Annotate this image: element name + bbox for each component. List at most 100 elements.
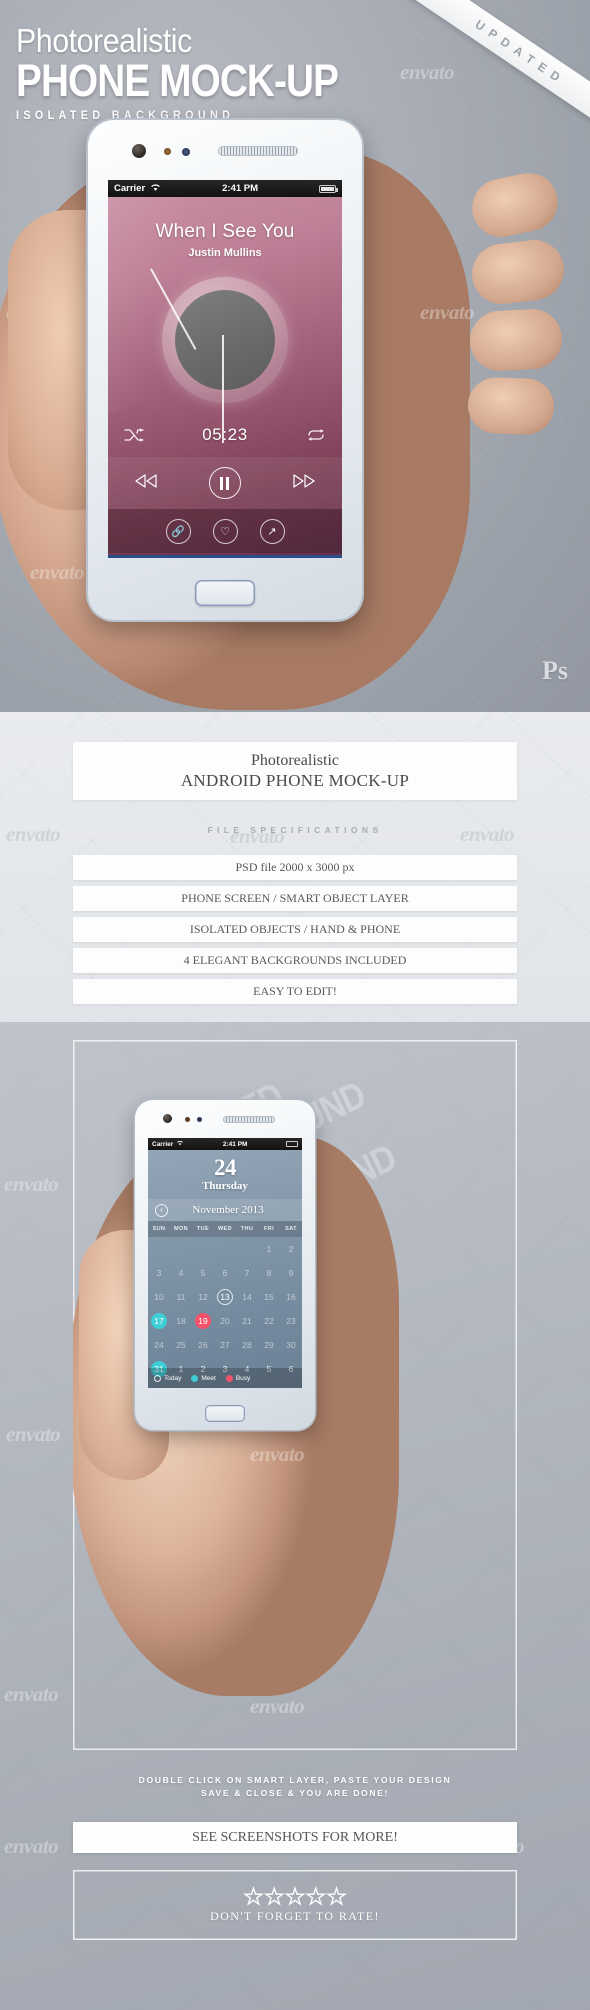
star-icon[interactable]: ★ bbox=[264, 1885, 285, 1908]
calendar-day-cell[interactable]: 2 bbox=[280, 1237, 302, 1261]
calendar-day-cell[interactable]: 22 bbox=[258, 1309, 280, 1333]
calendar-day-cell[interactable]: 21 bbox=[236, 1309, 258, 1333]
calendar-day-cell[interactable]: 18 bbox=[170, 1309, 192, 1333]
album-art bbox=[150, 268, 288, 443]
spec-row: PSD file 2000 x 3000 px bbox=[73, 855, 517, 880]
calendar-day-cell[interactable]: 13 bbox=[214, 1285, 236, 1309]
calendar-grid[interactable]: 1 2 3 4 5 6 7 8 9 10 11 12 13 14 15 16 17 18 19 20 21 22 23 24 2… bbox=[148, 1237, 302, 1381]
home-button[interactable] bbox=[195, 580, 255, 606]
preview-section: ISOLATED BACKGROUND ISOLATED BACKGROUND … bbox=[0, 1022, 590, 2010]
calendar-day-cell[interactable]: 11 bbox=[170, 1285, 192, 1309]
home-button[interactable] bbox=[205, 1405, 245, 1422]
proximity-sensor-icon bbox=[182, 148, 190, 156]
playback-controls bbox=[108, 457, 342, 509]
calendar-day-cell[interactable]: 10 bbox=[148, 1285, 170, 1309]
legend-label: Today bbox=[164, 1374, 182, 1382]
spec-row: EASY TO EDIT! bbox=[73, 979, 517, 1004]
repeat-icon[interactable] bbox=[306, 428, 326, 442]
calendar-day-cell[interactable]: 14 bbox=[236, 1285, 258, 1309]
rate-text: DON'T FORGET TO RATE! bbox=[210, 1909, 380, 1923]
spec-row: PHONE SCREEN / SMART OBJECT LAYER bbox=[73, 886, 517, 911]
calendar-weekday: Thursday bbox=[202, 1180, 248, 1192]
calendar-day-cell[interactable]: 19 bbox=[192, 1309, 214, 1333]
wifi-icon bbox=[176, 1140, 184, 1148]
finger bbox=[468, 307, 564, 373]
calendar-day-cell[interactable]: 23 bbox=[280, 1309, 302, 1333]
wifi-icon bbox=[150, 183, 161, 195]
status-bar: Carrier 2:41 PM bbox=[108, 180, 342, 197]
preview-photo-frame: Carrier 2:41 PM 24 Thursday ‹ November 2… bbox=[73, 1040, 517, 1750]
calendar-month-year: November 2013 bbox=[192, 1204, 264, 1216]
earpiece-speaker-icon bbox=[223, 1116, 275, 1123]
calendar-day-cell[interactable]: 15 bbox=[258, 1285, 280, 1309]
phone-bezel-top bbox=[88, 120, 362, 180]
calendar-day-cell[interactable]: 26 bbox=[192, 1333, 214, 1357]
dow-label: THU bbox=[240, 1226, 254, 1232]
watermark: envato bbox=[6, 1422, 61, 1446]
legend-dot-icon bbox=[154, 1374, 161, 1382]
see-screenshots-card[interactable]: SEE SCREENSHOTS FOR MORE! bbox=[73, 1822, 517, 1853]
status-time: 2:41 PM bbox=[222, 183, 259, 194]
previous-track-icon[interactable] bbox=[134, 473, 158, 493]
calendar-day-number: 24 bbox=[214, 1155, 237, 1180]
calendar-day-cell[interactable]: 16 bbox=[280, 1285, 302, 1309]
pause-icon[interactable] bbox=[208, 467, 241, 499]
calendar-day-cell[interactable]: 7 bbox=[236, 1261, 258, 1285]
calendar-day-cell[interactable]: 12 bbox=[192, 1285, 214, 1309]
calendar-day-cell[interactable]: 9 bbox=[280, 1261, 302, 1285]
star-icon[interactable]: ★ bbox=[305, 1885, 326, 1908]
front-camera-icon bbox=[163, 1114, 172, 1123]
watermark: envato bbox=[4, 1834, 59, 1858]
player-time-row: 05:23 bbox=[108, 425, 342, 445]
specs-heading: FILE SPECIFICATIONS bbox=[207, 825, 383, 835]
star-icon[interactable]: ★ bbox=[326, 1885, 347, 1908]
chevron-left-icon[interactable]: ‹ bbox=[155, 1203, 168, 1217]
calendar-dow-row: SUN MON TUE WED THU FRI SAT bbox=[148, 1221, 302, 1237]
phone-screen-top[interactable]: Carrier 2:41 PM When I See You Justin Mu… bbox=[108, 180, 342, 558]
instruction-line1: DOUBLE CLICK ON SMART LAYER, PASTE YOUR … bbox=[138, 1775, 452, 1785]
instruction-text: DOUBLE CLICK ON SMART LAYER, PASTE YOUR … bbox=[0, 1774, 590, 1801]
instruction-line2: SAVE & CLOSE & YOU ARE DONE! bbox=[201, 1788, 389, 1799]
calendar-day-cell[interactable]: 4 bbox=[170, 1261, 192, 1285]
earpiece-speaker-icon bbox=[218, 146, 298, 156]
calendar-day-cell[interactable]: 24 bbox=[148, 1333, 170, 1357]
watermark: envato bbox=[4, 1172, 59, 1196]
calendar-day-cell[interactable]: 25 bbox=[170, 1333, 192, 1357]
share-icon[interactable]: ↗ bbox=[259, 518, 285, 544]
calendar-day-cell[interactable]: 5 bbox=[192, 1261, 214, 1285]
calendar-day-cell[interactable]: 3 bbox=[148, 1261, 170, 1285]
calendar-day-cell[interactable]: 27 bbox=[214, 1333, 236, 1357]
legend-item: Busy bbox=[225, 1374, 250, 1382]
song-title: When I See You bbox=[155, 221, 295, 242]
star-icon[interactable]: ★ bbox=[284, 1885, 305, 1908]
calendar-day-cell[interactable]: 28 bbox=[236, 1333, 258, 1357]
heart-icon[interactable]: ♡ bbox=[212, 518, 238, 544]
dow-label: SAT bbox=[285, 1226, 297, 1232]
phone-screen-bottom[interactable]: Carrier 2:41 PM 24 Thursday ‹ November 2… bbox=[148, 1138, 302, 1388]
dow-label: TUE bbox=[196, 1226, 210, 1232]
star-icon[interactable]: ★ bbox=[243, 1885, 264, 1908]
calendar-day-cell[interactable]: 29 bbox=[258, 1333, 280, 1357]
song-artist: Justin Mullins bbox=[188, 247, 262, 259]
proximity-sensor-icon bbox=[197, 1117, 202, 1122]
calendar-day-cell[interactable]: 6 bbox=[214, 1261, 236, 1285]
calendar-app: 24 Thursday ‹ November 2013 SUN MON TUE … bbox=[148, 1150, 302, 1388]
calendar-day-cell bbox=[236, 1237, 258, 1261]
calendar-day-cell[interactable]: 8 bbox=[258, 1261, 280, 1285]
spec-row: 4 ELEGANT BACKGROUNDS INCLUDED bbox=[73, 948, 517, 973]
star-rating[interactable]: ★ ★ ★ ★ ★ bbox=[243, 1885, 347, 1908]
finger bbox=[467, 376, 555, 436]
battery-icon bbox=[319, 184, 338, 193]
calendar-day-cell[interactable]: 1 bbox=[258, 1237, 280, 1261]
shuffle-icon[interactable] bbox=[124, 428, 144, 442]
calendar-day-cell[interactable]: 17 bbox=[148, 1309, 170, 1333]
product-title-line1: Photorealistic bbox=[251, 751, 339, 769]
calendar-day-cell bbox=[170, 1237, 192, 1261]
next-track-icon[interactable] bbox=[292, 473, 316, 493]
hero-title-block: Photorealistic PHONE MOCK-UP ISOLATED BA… bbox=[16, 24, 436, 122]
front-camera-icon bbox=[132, 144, 146, 158]
hero-section: Photorealistic PHONE MOCK-UP ISOLATED BA… bbox=[0, 0, 590, 712]
calendar-day-cell[interactable]: 20 bbox=[214, 1309, 236, 1333]
calendar-day-cell[interactable]: 30 bbox=[280, 1333, 302, 1357]
link-icon[interactable]: 🔗 bbox=[165, 518, 191, 544]
